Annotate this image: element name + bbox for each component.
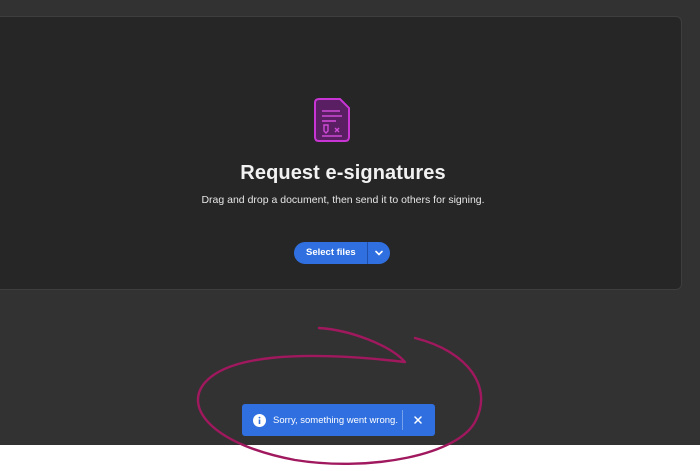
info-icon — [253, 413, 266, 427]
page-subtitle: Drag and drop a document, then send it t… — [201, 194, 485, 206]
select-files-dropdown-button[interactable] — [367, 242, 390, 264]
select-files-group: Select files — [294, 242, 390, 264]
toast-message: Sorry, something went wrong. — [273, 414, 398, 426]
signature-document-icon — [314, 98, 350, 142]
error-toast: Sorry, something went wrong. — [242, 404, 435, 436]
toast-close-button[interactable] — [410, 412, 426, 428]
close-icon — [414, 416, 422, 424]
app-background: Request e-signatures Drag and drop a doc… — [0, 0, 700, 445]
page-title: Request e-signatures — [240, 162, 446, 184]
select-files-button[interactable]: Select files — [294, 242, 367, 264]
toast-divider — [402, 410, 403, 430]
chevron-down-icon — [374, 250, 383, 256]
